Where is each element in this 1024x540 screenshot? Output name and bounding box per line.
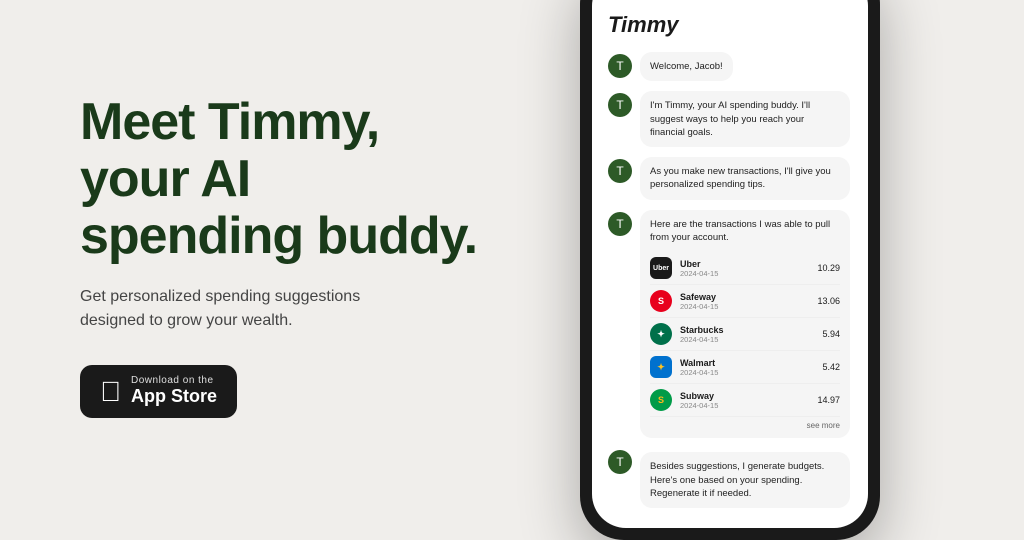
right-section: Timmy T Welcome, Jacob! T I'm Timmy, you… (560, 0, 1024, 512)
tx-subway-info: Subway 2024-04-15 (680, 391, 809, 410)
app-store-button-text: Download on the App Store (131, 375, 217, 408)
timmy-avatar-5: T (608, 450, 632, 474)
tx-subway: S Subway 2024-04-15 14.97 (650, 384, 840, 417)
download-on-label: Download on the (131, 375, 214, 386)
chat-message-1: T Welcome, Jacob! (608, 52, 852, 81)
bubble-1: Welcome, Jacob! (640, 52, 733, 81)
timmy-avatar-1: T (608, 54, 632, 78)
tx-subway-name: Subway (680, 391, 809, 401)
tx-walmart-amount: 5.42 (822, 362, 840, 372)
tx-starbucks-info: Starbucks 2024-04-15 (680, 325, 814, 344)
tx-safeway: S Safeway 2024-04-15 13.06 (650, 285, 840, 318)
timmy-avatar-2: T (608, 93, 632, 117)
tx-uber-amount: 10.29 (817, 263, 840, 273)
uber-logo: Uber (650, 257, 672, 279)
tx-starbucks-amount: 5.94 (822, 329, 840, 339)
tx-uber: Uber Uber 2024-04-15 10.29 (650, 252, 840, 285)
app-title: Timmy (608, 8, 852, 38)
tx-header: Here are the transactions I was able to … (650, 218, 840, 245)
subway-logo: S (650, 389, 672, 411)
chat-message-3: T As you make new transactions, I'll giv… (608, 157, 852, 200)
starbucks-logo: ✦ (650, 323, 672, 345)
apple-icon:  (100, 378, 121, 406)
phone-mockup: Timmy T Welcome, Jacob! T I'm Timmy, you… (580, 0, 880, 540)
transactions-bubble: Here are the transactions I was able to … (640, 210, 850, 439)
budget-bubble: Besides suggestions, I generate budgets.… (640, 452, 850, 508)
chat-message-2: T I'm Timmy, your AI spending buddy. I'l… (608, 91, 852, 147)
phone-content: Timmy T Welcome, Jacob! T I'm Timmy, you… (592, 0, 868, 528)
see-more[interactable]: see more (650, 421, 840, 430)
subtitle: Get personalized spending suggestions de… (80, 285, 420, 333)
bubble-2: I'm Timmy, your AI spending buddy. I'll … (640, 91, 850, 147)
tx-subway-date: 2024-04-15 (680, 401, 809, 410)
tx-safeway-amount: 13.06 (817, 296, 840, 306)
chat-message-5: T Besides suggestions, I generate budget… (608, 448, 852, 508)
chat-messages: T Welcome, Jacob! T I'm Timmy, your AI s… (608, 52, 852, 508)
tx-starbucks-date: 2024-04-15 (680, 335, 814, 344)
chat-message-4: T Here are the transactions I was able t… (608, 210, 852, 439)
tx-uber-name: Uber (680, 259, 809, 269)
tx-safeway-info: Safeway 2024-04-15 (680, 292, 809, 311)
tx-walmart-info: Walmart 2024-04-15 (680, 358, 814, 377)
left-section: Meet Timmy, your AI spending buddy. Get … (0, 34, 560, 478)
app-store-button[interactable]:  Download on the App Store (80, 365, 237, 418)
headline: Meet Timmy, your AI spending buddy. (80, 94, 480, 266)
phone-screen: Timmy T Welcome, Jacob! T I'm Timmy, you… (592, 0, 868, 528)
tx-uber-date: 2024-04-15 (680, 269, 809, 278)
tx-walmart-date: 2024-04-15 (680, 368, 814, 377)
bubble-3: As you make new transactions, I'll give … (640, 157, 850, 200)
tx-uber-info: Uber 2024-04-15 (680, 259, 809, 278)
tx-walmart: ✦ Walmart 2024-04-15 5.42 (650, 351, 840, 384)
store-name-label: App Store (131, 386, 217, 408)
safeway-logo: S (650, 290, 672, 312)
timmy-avatar-3: T (608, 159, 632, 183)
tx-starbucks-name: Starbucks (680, 325, 814, 335)
tx-walmart-name: Walmart (680, 358, 814, 368)
walmart-logo: ✦ (650, 356, 672, 378)
timmy-avatar-4: T (608, 212, 632, 236)
tx-subway-amount: 14.97 (817, 395, 840, 405)
tx-safeway-date: 2024-04-15 (680, 302, 809, 311)
tx-starbucks: ✦ Starbucks 2024-04-15 5.94 (650, 318, 840, 351)
tx-safeway-name: Safeway (680, 292, 809, 302)
